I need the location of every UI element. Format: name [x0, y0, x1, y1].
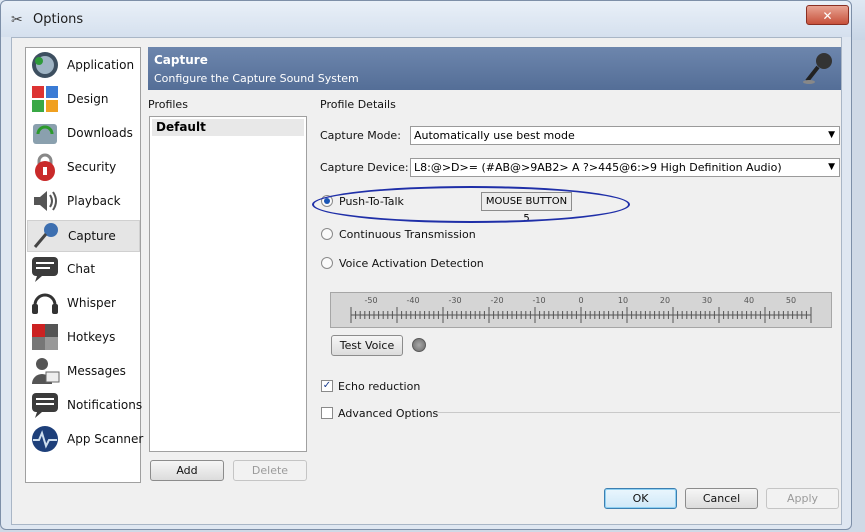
test-voice-button[interactable]: Test Voice [331, 335, 403, 356]
meter-tick-label: -20 [490, 296, 504, 305]
tools-icon: ✂ [11, 12, 23, 28]
options-window: ✂ Options ✕ Application Design Downloads… [0, 0, 852, 530]
sidebar-item-messages[interactable]: Messages [27, 356, 140, 388]
sidebar-item-label: Whisper [67, 296, 116, 310]
sidebar-item-label: Application [67, 58, 135, 72]
advanced-options-checkbox[interactable] [321, 407, 333, 419]
sidebar-item-label: App Scanner [67, 432, 144, 446]
voice-level-meter: -50 -40 -30 -20 -10 0 10 20 30 40 50 [330, 292, 832, 328]
options-content: Application Design Downloads Security Pl… [11, 37, 842, 525]
sidebar-item-label: Messages [67, 364, 126, 378]
capture-device-value: L8:@>D>= (#AB@>9AB2> A ?>445@6:>9 High D… [414, 161, 782, 174]
ok-button[interactable]: OK [604, 488, 677, 509]
sidebar-item-label: Design [67, 92, 109, 106]
sidebar-item-label: Security [67, 160, 117, 174]
sidebar-item-label: Chat [67, 262, 96, 276]
list-item[interactable]: Default [152, 119, 304, 136]
app-scanner-icon [32, 426, 58, 452]
meter-tick-label: 30 [701, 296, 713, 305]
chat-icon [32, 257, 58, 282]
meter-tick-label: 10 [617, 296, 629, 305]
sidebar-item-label: Notifications [67, 398, 143, 412]
echo-reduction-checkbox[interactable]: ✓ [321, 380, 333, 392]
notifications-icon [32, 393, 58, 418]
divider [436, 412, 840, 413]
apply-button[interactable]: Apply [766, 488, 839, 509]
sidebar-item-design[interactable]: Design [27, 84, 140, 116]
capture-mode-value: Automatically use best mode [414, 129, 575, 142]
capture-device-select[interactable]: L8:@>D>= (#AB@>9AB2> A ?>445@6:>9 High D… [410, 158, 840, 177]
chevron-down-icon: ▼ [828, 130, 835, 140]
close-button[interactable]: ✕ [806, 5, 849, 25]
sidebar-item-whisper[interactable]: Whisper [27, 288, 140, 320]
category-sidebar: Application Design Downloads Security Pl… [25, 47, 144, 483]
delete-profile-button[interactable]: Delete [233, 460, 307, 481]
meter-tick-label: -10 [532, 296, 546, 305]
sidebar-item-capture[interactable]: Capture [27, 220, 140, 252]
meter-tick-label: 40 [743, 296, 755, 305]
section-subtitle: Configure the Capture Sound System [154, 72, 359, 85]
voice-activation-label: Voice Activation Detection [339, 257, 484, 270]
sidebar-item-label: Hotkeys [67, 330, 116, 344]
push-to-talk-radio[interactable] [321, 195, 333, 207]
meter-tick-label: 20 [659, 296, 671, 305]
sidebar-item-chat[interactable]: Chat [27, 254, 140, 286]
meter-tick-label: -40 [406, 296, 420, 305]
profiles-label: Profiles [148, 98, 188, 111]
microphone-icon [803, 53, 832, 84]
push-to-talk-label: Push-To-Talk [339, 195, 404, 208]
section-header: Capture Configure the Capture Sound Syst… [148, 47, 841, 90]
hotkeys-icon [32, 324, 58, 350]
sidebar-item-application[interactable]: Application [27, 50, 140, 82]
sidebar-item-playback[interactable]: Playback [27, 186, 140, 218]
whisper-icon [32, 293, 58, 314]
voice-status-indicator [412, 338, 426, 352]
sidebar-item-label: Playback [67, 194, 121, 208]
capture-icon [33, 223, 58, 248]
advanced-options-label: Advanced Options [338, 407, 439, 420]
design-icon [32, 86, 58, 112]
security-icon [35, 153, 55, 181]
sidebar-item-downloads[interactable]: Downloads [27, 118, 140, 150]
add-profile-button[interactable]: Add [150, 460, 224, 481]
sidebar-item-notifications[interactable]: Notifications [27, 390, 143, 422]
continuous-transmission-label: Continuous Transmission [339, 228, 476, 241]
capture-mode-label: Capture Mode: [320, 129, 401, 142]
sidebar-item-label: Capture [68, 229, 116, 243]
title-bar: ✂ Options ✕ [1, 1, 851, 37]
window-title: Options [33, 12, 84, 27]
continuous-transmission-radio[interactable] [321, 228, 333, 240]
capture-mode-select[interactable]: Automatically use best mode ▼ [410, 126, 840, 145]
meter-ticks [350, 307, 812, 323]
profiles-list[interactable]: Default [149, 116, 307, 452]
meter-tick-label: 0 [578, 296, 584, 305]
playback-icon [34, 191, 57, 211]
downloads-icon [33, 124, 57, 144]
section-title: Capture [154, 53, 208, 67]
application-icon [32, 52, 58, 78]
cancel-button[interactable]: Cancel [685, 488, 758, 509]
sidebar-item-app-scanner[interactable]: App Scanner [27, 424, 144, 456]
sidebar-item-security[interactable]: Security [27, 152, 140, 184]
sidebar-item-hotkeys[interactable]: Hotkeys [27, 322, 140, 354]
capture-device-label: Capture Device: [320, 161, 409, 174]
push-to-talk-hotkey-button[interactable]: MOUSE BUTTON 5 [481, 192, 572, 224]
meter-tick-label: -30 [448, 296, 462, 305]
sidebar-item-label: Downloads [67, 126, 133, 140]
meter-tick-label: -50 [364, 296, 378, 305]
voice-activation-radio[interactable] [321, 257, 333, 269]
profile-details-label: Profile Details [320, 98, 396, 111]
echo-reduction-label: Echo reduction [338, 380, 421, 393]
messages-icon [32, 358, 60, 384]
chevron-down-icon: ▼ [828, 162, 835, 172]
meter-tick-label: 50 [785, 296, 797, 305]
